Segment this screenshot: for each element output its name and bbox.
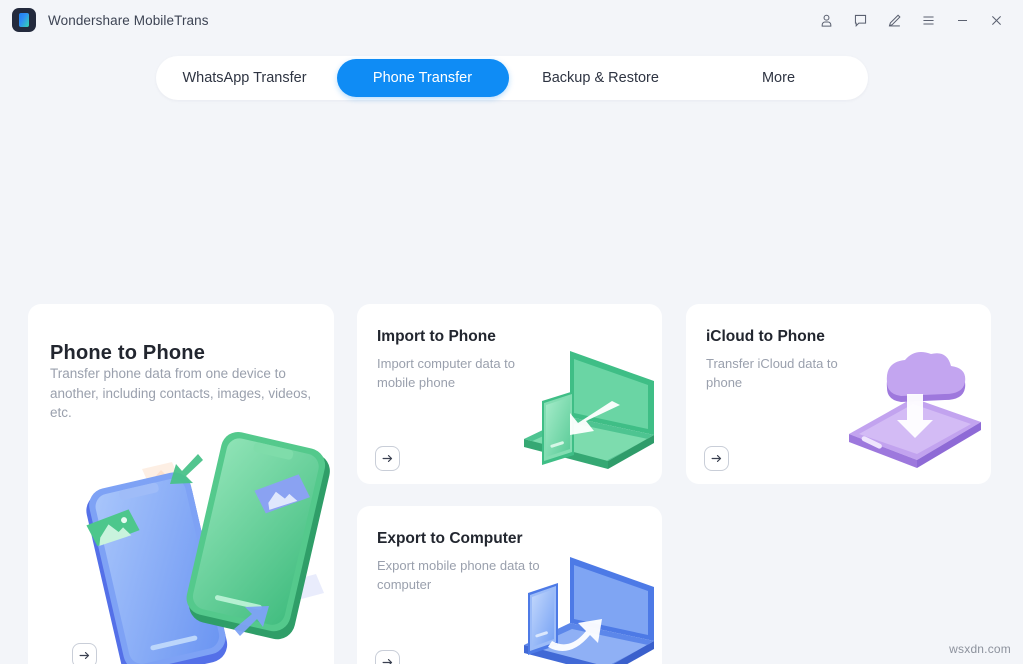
card-title: Phone to Phone <box>50 342 206 364</box>
card-title: Export to Computer <box>377 530 523 547</box>
card-export-to-computer[interactable]: Export to Computer Export mobile phone d… <box>357 506 662 664</box>
card-description: Export mobile phone data to computer <box>377 558 540 592</box>
import-to-phone-start-button[interactable] <box>375 446 400 471</box>
icloud-to-phone-start-button[interactable] <box>704 446 729 471</box>
tab-whatsapp-transfer[interactable]: WhatsApp Transfer <box>159 59 331 97</box>
cards-area: Phone to Phone Transfer phone data from … <box>0 132 1023 664</box>
card-title: iCloud to Phone <box>706 328 825 345</box>
card-description: Import computer data to mobile phone <box>377 356 516 390</box>
app-title: Wondershare MobileTrans <box>48 12 209 28</box>
phone-to-phone-start-button[interactable] <box>72 643 97 664</box>
two-phones-transfer-illustration <box>86 431 330 664</box>
watermark: wsxdn.com <box>949 642 1011 656</box>
title-bar: Wondershare MobileTrans <box>0 0 1023 40</box>
feedback-icon[interactable] <box>843 5 877 35</box>
tab-bar-wrapper: WhatsApp Transfer Phone Transfer Backup … <box>0 56 1023 100</box>
close-icon[interactable] <box>979 5 1013 35</box>
edit-pen-icon[interactable] <box>877 5 911 35</box>
card-title: Import to Phone <box>377 328 496 345</box>
minimize-icon[interactable] <box>945 5 979 35</box>
window-controls <box>809 5 1013 35</box>
mobiletrans-logo-icon <box>12 8 36 32</box>
tab-phone-transfer[interactable]: Phone Transfer <box>336 59 509 97</box>
tab-more[interactable]: More <box>693 59 865 97</box>
card-import-to-phone[interactable]: Import to Phone Import computer data to … <box>357 304 662 484</box>
card-description: Transfer iCloud data to phone <box>706 356 838 390</box>
account-icon[interactable] <box>809 5 843 35</box>
tab-bar: WhatsApp Transfer Phone Transfer Backup … <box>155 56 868 100</box>
card-phone-to-phone[interactable]: Phone to Phone Transfer phone data from … <box>28 304 334 664</box>
logo-glyph <box>19 13 29 27</box>
export-to-computer-start-button[interactable] <box>375 650 400 664</box>
menu-icon[interactable] <box>911 5 945 35</box>
card-icloud-to-phone[interactable]: iCloud to Phone Transfer iCloud data to … <box>686 304 991 484</box>
tab-backup-restore[interactable]: Backup & Restore <box>515 59 687 97</box>
card-description: Transfer phone data from one device to a… <box>50 366 312 421</box>
